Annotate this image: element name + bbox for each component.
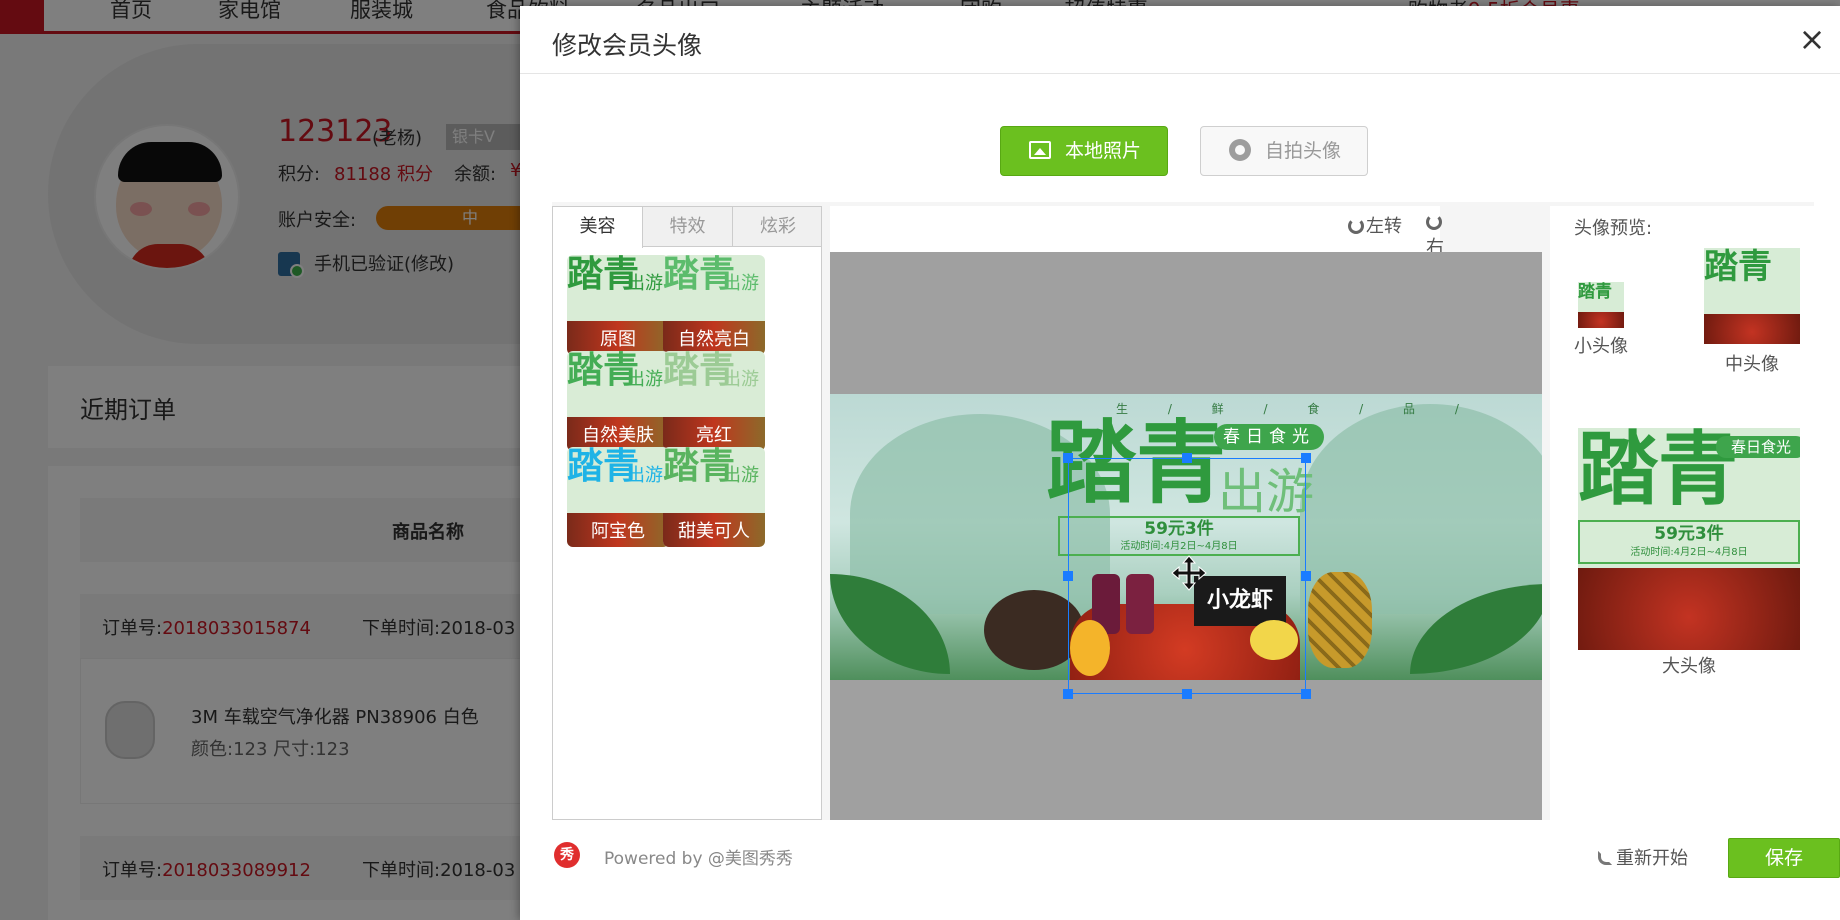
filter-preview: 踏青 出游 bbox=[567, 255, 669, 321]
rotate-right-icon bbox=[1426, 214, 1442, 230]
undo-icon bbox=[1598, 851, 1612, 865]
rotate-left-icon bbox=[1348, 218, 1364, 234]
crop-handle-s[interactable] bbox=[1182, 689, 1192, 699]
editor-footer: 秀 Powered by @美图秀秀 重新开始 保存 bbox=[552, 820, 1840, 906]
picture-icon bbox=[1029, 141, 1051, 159]
crop-handle-sw[interactable] bbox=[1063, 689, 1073, 699]
preview-title: 头像预览: bbox=[1574, 218, 1653, 239]
tab-effects[interactable]: 特效 bbox=[643, 207, 733, 247]
filter-preview: 踏青 出游 bbox=[663, 447, 765, 513]
filter-option[interactable]: 踏青 出游自然美肤 bbox=[567, 351, 669, 451]
preview-medium-label: 中头像 bbox=[1725, 354, 1779, 375]
banner-pill: 春日食光 bbox=[1214, 424, 1324, 450]
preview-food bbox=[1578, 568, 1800, 650]
avatar-editor-modal: 修改会员头像 × 本地照片 自拍头像 美容 特效 炫彩 踏青 出游 原图 踏青 出游 自然… bbox=[520, 6, 1840, 920]
filter-panel: 美容 特效 炫彩 踏青 出游 原图 踏青 出游 自然亮白 踏青 出游 自然美肤 踏青 出游 亮红 踏青出… bbox=[552, 206, 822, 820]
crop-handle-w[interactable] bbox=[1063, 571, 1073, 581]
crop-handle-nw[interactable] bbox=[1063, 453, 1073, 463]
tab-colors[interactable]: 炫彩 bbox=[733, 207, 823, 247]
modal-title: 修改会员头像 bbox=[552, 31, 703, 60]
preview-small-image: 踏青 bbox=[1578, 282, 1624, 328]
filter-label: 甜美可人 bbox=[678, 521, 750, 542]
crop-selection[interactable] bbox=[1063, 453, 1311, 699]
crop-handle-e[interactable] bbox=[1301, 571, 1311, 581]
canvas-toolbar: 左转 右转 bbox=[830, 206, 1444, 284]
restart-label: 重新开始 bbox=[1616, 848, 1688, 869]
filter-label: 原图 bbox=[600, 329, 636, 350]
filter-option[interactable]: 踏青 出游自然亮白 bbox=[663, 255, 765, 355]
preview-price: 59元3件 bbox=[1654, 524, 1724, 544]
filter-option[interactable]: 踏青 出游原图 bbox=[567, 255, 669, 355]
restart-button[interactable]: 重新开始 bbox=[1598, 844, 1688, 870]
webcam-button[interactable]: 自拍头像 bbox=[1200, 126, 1368, 176]
preview-small-label: 小头像 bbox=[1574, 336, 1628, 357]
close-icon[interactable]: × bbox=[1796, 23, 1828, 56]
filter-sub: 出游 bbox=[723, 369, 759, 390]
filter-sub: 出游 bbox=[627, 369, 663, 390]
preview-headline: 踏青 bbox=[1578, 282, 1612, 302]
save-button[interactable]: 保存 bbox=[1728, 838, 1840, 878]
preview-food bbox=[1704, 314, 1800, 344]
editor-body: 本地照片 自拍头像 美容 特效 炫彩 踏青 出游 原图 踏青 出游 自然亮白 踏青 出游 自然美… bbox=[552, 106, 1840, 906]
filter-label: 自然美肤 bbox=[582, 425, 654, 446]
source-bar: 本地照片 自拍头像 bbox=[552, 106, 1814, 202]
filter-sub: 出游 bbox=[627, 273, 663, 294]
meitu-logo-icon: 秀 bbox=[554, 842, 580, 868]
preview-headline: 踏青 bbox=[1704, 248, 1772, 287]
preview-food bbox=[1578, 312, 1624, 328]
move-icon bbox=[1171, 555, 1207, 591]
webcam-label: 自拍头像 bbox=[1265, 140, 1342, 162]
filter-label: 阿宝色 bbox=[591, 521, 645, 542]
filter-preview: 踏青 出游 bbox=[567, 351, 669, 417]
webcam-icon bbox=[1229, 139, 1251, 161]
crop-handle-se[interactable] bbox=[1301, 689, 1311, 699]
preview-date: 活动时间:4月2日~4月8日 bbox=[1630, 547, 1748, 558]
rotate-left-button[interactable]: 左转 bbox=[1348, 212, 1402, 238]
preview-pill: 春日食光 bbox=[1716, 436, 1800, 458]
tab-beauty[interactable]: 美容 bbox=[553, 207, 643, 248]
filter-preview: 踏青 出游 bbox=[663, 351, 765, 417]
filter-preview: 踏青 出游 bbox=[663, 255, 765, 321]
local-photo-button[interactable]: 本地照片 bbox=[1000, 126, 1168, 176]
crop-handle-ne[interactable] bbox=[1301, 453, 1311, 463]
rotate-left-label: 左转 bbox=[1366, 216, 1402, 237]
filter-option[interactable]: 踏青 出游甜美可人 bbox=[663, 447, 765, 547]
preview-medium-image: 踏青 bbox=[1704, 248, 1800, 344]
crop-handle-n[interactable] bbox=[1182, 453, 1192, 463]
local-photo-label: 本地照片 bbox=[1065, 140, 1142, 162]
filter-label: 亮红 bbox=[696, 425, 732, 446]
filter-label: 自然亮白 bbox=[678, 329, 750, 350]
modal-header: 修改会员头像 × bbox=[520, 6, 1840, 74]
filter-sub: 出游 bbox=[723, 465, 759, 486]
filter-sub: 出游 bbox=[723, 273, 759, 294]
preview-large-label: 大头像 bbox=[1662, 656, 1716, 677]
filter-option[interactable]: 踏青 出游阿宝色 bbox=[567, 447, 669, 547]
crop-canvas[interactable]: 生 / 鲜 / 食 / 品 / 踏青 春日食光 出游 59元3件 活动时间:4月… bbox=[830, 252, 1542, 820]
preview-headline: 踏青 bbox=[1578, 428, 1738, 516]
filter-tabs: 美容 特效 炫彩 bbox=[553, 207, 823, 248]
preview-panel: 头像预览: 踏青 小头像 踏青 中头像 踏青 春日食光 59元3件 活动时间:4… bbox=[1550, 206, 1814, 820]
filter-option[interactable]: 踏青 出游亮红 bbox=[663, 351, 765, 451]
powered-by[interactable]: Powered by @美图秀秀 bbox=[604, 844, 793, 869]
preview-large-image: 踏青 春日食光 59元3件 活动时间:4月2日~4月8日 bbox=[1578, 428, 1800, 650]
filter-sub: 出游 bbox=[627, 465, 663, 486]
food-pineapple bbox=[1308, 572, 1372, 668]
preview-price-box: 59元3件 活动时间:4月2日~4月8日 bbox=[1578, 520, 1800, 564]
filter-preview: 踏青 出游 bbox=[567, 447, 669, 513]
